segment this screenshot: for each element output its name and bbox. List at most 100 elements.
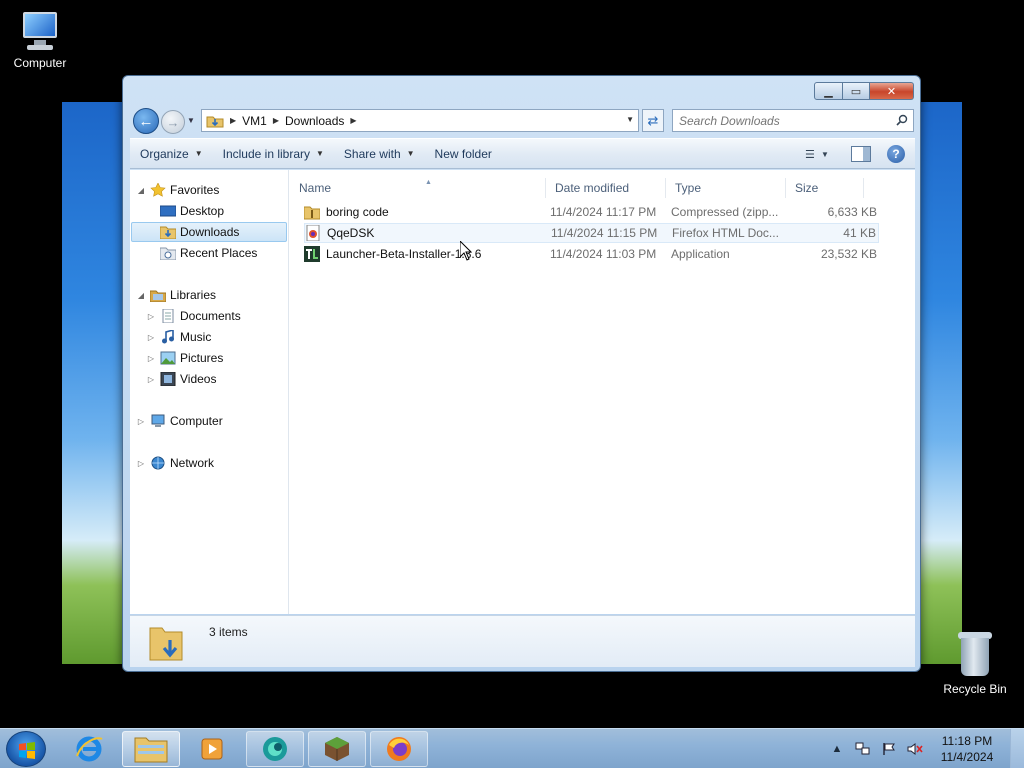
chevron-down-icon: ▼	[316, 149, 324, 158]
search-icon[interactable]	[896, 114, 908, 126]
address-dropdown[interactable]: ▼	[626, 115, 634, 124]
help-button[interactable]: ?	[887, 145, 905, 163]
start-button[interactable]	[6, 731, 46, 767]
caption-buttons: ▁ ▭ ✕	[814, 82, 914, 100]
collapse-arrow-icon[interactable]: ◢	[136, 186, 146, 195]
videos-icon	[160, 371, 176, 387]
expand-arrow-icon[interactable]: ▷	[136, 459, 146, 468]
nav-pictures[interactable]: ▷ Pictures	[146, 348, 223, 368]
collapse-arrow-icon[interactable]: ◢	[136, 291, 146, 300]
taskbar: ▲ 11:18 PM 11/4/2024	[0, 728, 1024, 768]
nav-libraries[interactable]: ◢ Libraries	[136, 285, 216, 305]
action-center-flag-icon[interactable]	[880, 741, 898, 757]
firefox-icon	[387, 737, 411, 761]
star-icon	[150, 182, 166, 197]
computer-icon	[150, 414, 166, 428]
taskbar-clock[interactable]: 11:18 PM 11/4/2024	[932, 733, 1002, 765]
include-in-library-menu[interactable]: Include in library ▼	[213, 139, 334, 168]
nav-network[interactable]: ▷ Network	[136, 453, 214, 473]
close-button[interactable]: ✕	[870, 82, 914, 100]
share-with-menu[interactable]: Share with ▼	[334, 139, 425, 168]
column-header-date-modified[interactable]: Date modified	[546, 178, 666, 198]
file-type: Application	[671, 247, 730, 261]
arrow-left-icon: ←	[138, 112, 154, 130]
nav-favorites[interactable]: ◢ Favorites	[136, 180, 219, 200]
internet-explorer-icon	[76, 736, 103, 762]
taskbar-minecraft-launcher[interactable]	[308, 731, 366, 767]
file-row[interactable]: Launcher-Beta-Installer-1.3.6 11/4/2024 …	[304, 244, 879, 264]
maximize-button[interactable]: ▭	[843, 82, 870, 100]
music-icon	[160, 328, 176, 344]
file-row[interactable]: boring code 11/4/2024 11:17 PM Compresse…	[303, 202, 879, 222]
forward-button[interactable]: →	[161, 110, 185, 134]
organize-menu[interactable]: Organize ▼	[130, 139, 213, 168]
expand-arrow-icon[interactable]: ▷	[146, 375, 156, 384]
nav-computer[interactable]: ▷ Computer	[136, 411, 223, 431]
nav-desktop[interactable]: Desktop	[146, 201, 224, 221]
back-button[interactable]: ←	[133, 108, 159, 134]
application-icon	[304, 246, 320, 262]
nav-documents[interactable]: ▷ Documents	[146, 306, 241, 326]
column-header-type[interactable]: Type	[666, 178, 786, 198]
minimize-button[interactable]: ▁	[814, 82, 843, 100]
app-circle-icon	[263, 737, 287, 761]
expand-arrow-icon[interactable]: ▷	[136, 417, 146, 426]
breadcrumb-separator[interactable]: ▶	[348, 116, 358, 125]
nav-videos[interactable]: ▷ Videos	[146, 369, 216, 389]
expand-arrow-icon[interactable]: ▷	[146, 312, 156, 321]
chevron-down-icon: ▼	[821, 149, 829, 159]
file-row[interactable]: QqeDSK 11/4/2024 11:15 PM Firefox HTML D…	[304, 223, 879, 243]
recent-places-icon	[159, 246, 177, 261]
taskbar-firefox[interactable]	[370, 731, 428, 767]
expand-arrow-icon[interactable]: ▷	[146, 354, 156, 363]
navigation-pane: ◢ Favorites Desktop Downloads Recent Pla…	[130, 170, 289, 614]
desktop-icon-label: Recycle Bin	[943, 682, 1007, 696]
desktop-icon-recycle-bin[interactable]: Recycle Bin	[935, 632, 1015, 696]
file-date: 11/4/2024 11:15 PM	[551, 226, 658, 240]
expand-arrow-icon[interactable]: ▷	[146, 333, 156, 342]
folder-download-icon	[159, 225, 177, 240]
system-tray: ▲ 11:18 PM 11/4/2024	[828, 729, 1024, 768]
file-name: QqeDSK	[327, 226, 375, 240]
zip-folder-icon	[303, 204, 321, 220]
nav-downloads[interactable]: Downloads	[131, 222, 287, 242]
nav-recent-places[interactable]: Recent Places	[159, 243, 257, 263]
column-header-name[interactable]: ▲ Name	[290, 178, 546, 198]
nav-music[interactable]: ▷ Music	[146, 327, 211, 347]
preview-pane-button[interactable]	[851, 146, 871, 162]
change-view-button[interactable]: ☰ ▼	[797, 144, 837, 164]
taskbar-media-player[interactable]	[184, 731, 242, 767]
firefox-document-icon	[305, 224, 321, 242]
new-folder-button[interactable]: New folder	[425, 139, 502, 168]
file-date: 11/4/2024 11:03 PM	[550, 247, 657, 261]
breadcrumb-separator[interactable]: ▶	[228, 116, 238, 125]
downloads-folder-icon	[149, 627, 183, 661]
search-box	[672, 109, 914, 132]
breadcrumb-separator[interactable]: ▶	[271, 116, 281, 125]
breadcrumb-downloads[interactable]: Downloads	[281, 114, 348, 128]
show-desktop-button[interactable]	[1010, 729, 1024, 768]
clock-time: 11:18 PM	[941, 734, 993, 748]
network-status-icon[interactable]	[854, 741, 872, 757]
taskbar-windows-explorer[interactable]	[122, 731, 180, 767]
file-size: 41 KB	[843, 226, 876, 240]
volume-muted-icon[interactable]	[906, 741, 924, 757]
mouse-cursor-icon	[460, 241, 472, 261]
file-size: 6,633 KB	[827, 205, 877, 219]
search-input[interactable]	[673, 110, 883, 131]
show-hidden-icons-button[interactable]: ▲	[828, 741, 846, 757]
desktop-icon-computer[interactable]: Computer	[0, 10, 80, 70]
taskbar-app-teal[interactable]	[246, 731, 304, 767]
recent-pages-dropdown[interactable]: ▼	[187, 116, 197, 126]
file-date: 11/4/2024 11:17 PM	[550, 205, 657, 219]
breadcrumb-vm1[interactable]: VM1	[238, 114, 271, 128]
file-list-pane: ▲ Name Date modified Type Size boring co…	[290, 170, 915, 614]
refresh-button[interactable]: ⇄	[642, 109, 664, 132]
taskbar-internet-explorer[interactable]	[60, 731, 118, 767]
chevron-down-icon: ▼	[194, 149, 203, 158]
clock-date: 11/4/2024	[940, 750, 994, 764]
address-bar[interactable]: ▶ VM1 ▶ Downloads ▶ ▼	[201, 109, 639, 132]
column-header-size[interactable]: Size	[786, 178, 864, 198]
content-area: ◢ Favorites Desktop Downloads Recent Pla…	[130, 170, 915, 614]
folder-download-icon	[206, 114, 224, 128]
